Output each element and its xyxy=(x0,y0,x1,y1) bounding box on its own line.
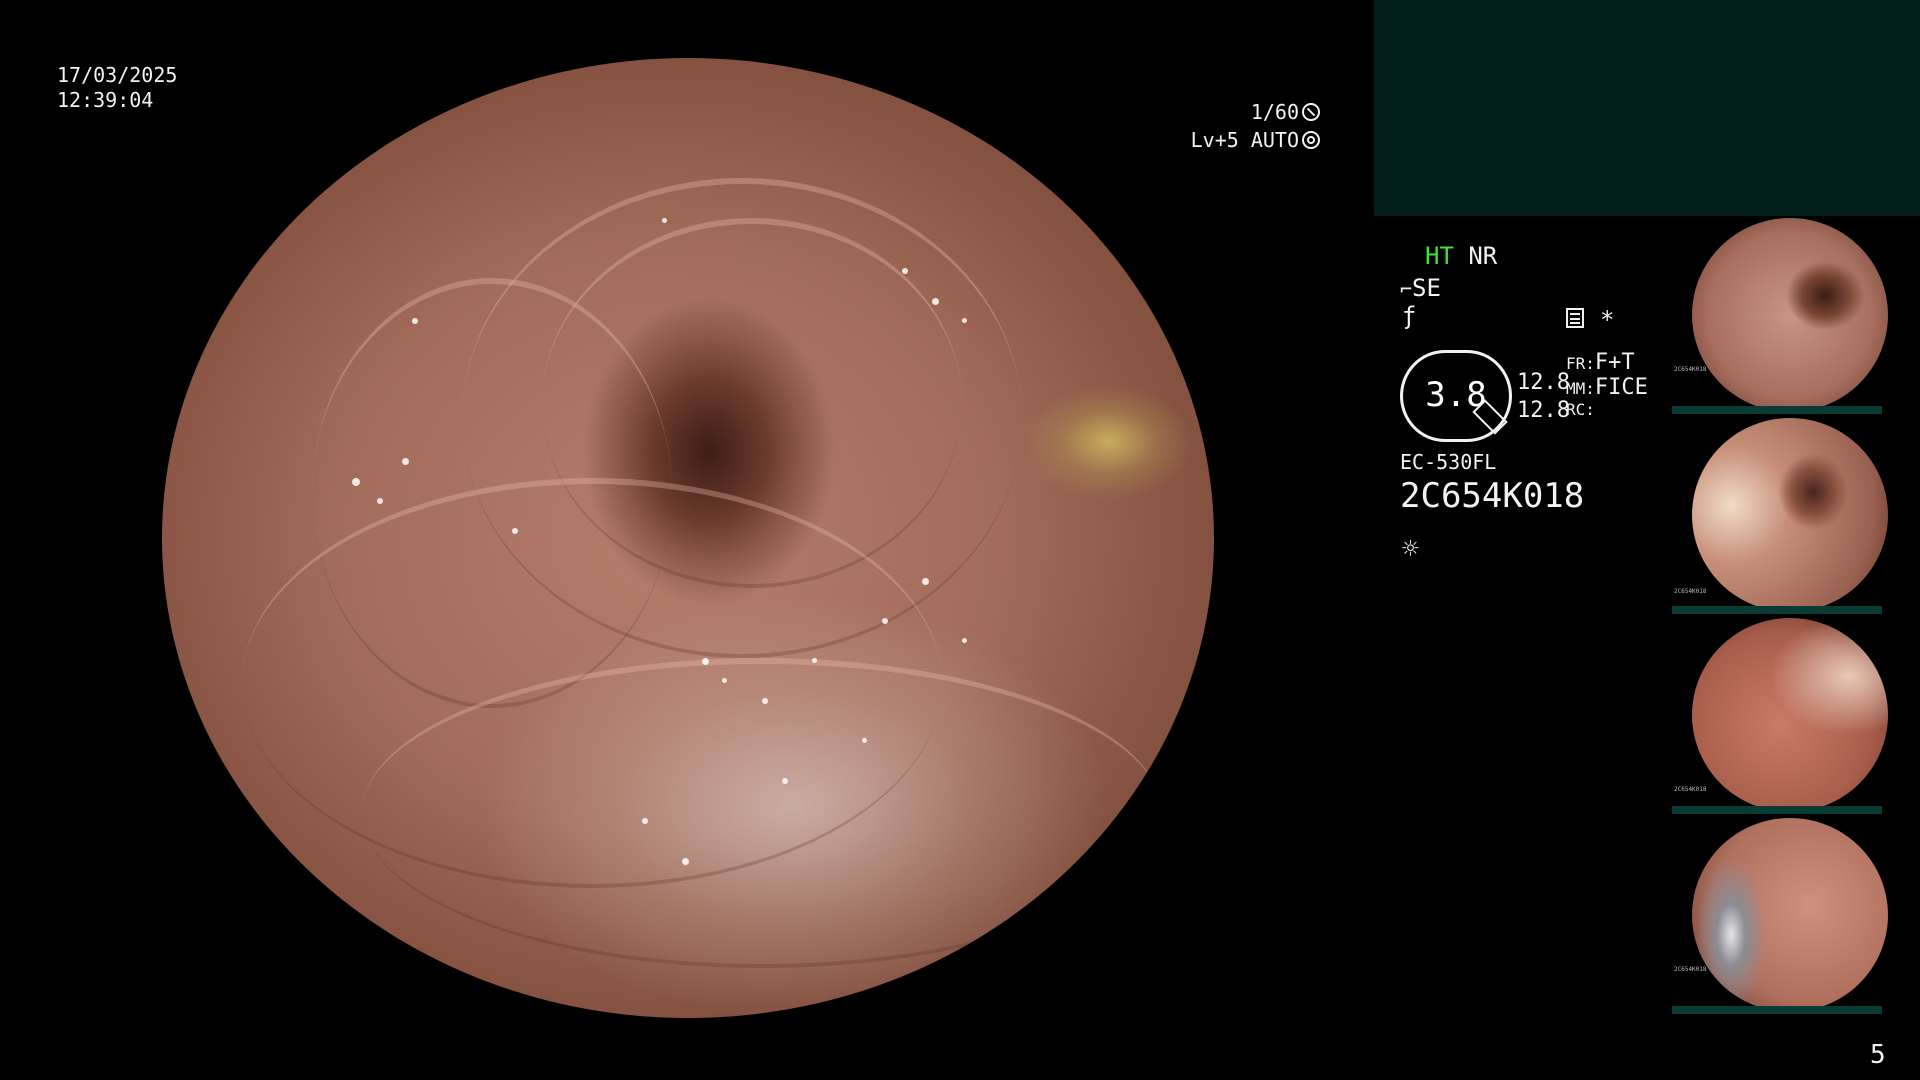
time-text: 12:39:04 xyxy=(57,88,154,112)
page-number: 5 xyxy=(1870,1040,1886,1070)
serial-number: 2C654K018 xyxy=(1400,476,1585,516)
thumbnail-label: 2C654K018 xyxy=(1674,366,1707,373)
date-text: 17/03/2025 xyxy=(57,63,178,87)
thumbnail-bar xyxy=(1672,1006,1882,1014)
light-icon: ☼ xyxy=(1402,532,1419,565)
info-header-box xyxy=(1374,0,1920,216)
thumbnail-2[interactable]: 2C654K018 xyxy=(1672,416,1920,614)
scope-settings-overlay: 1/60 Lv+5 AUTO xyxy=(1180,98,1320,154)
thumbnail-label: 2C654K018 xyxy=(1674,966,1707,973)
enhance-icon: ⌐ xyxy=(1400,277,1413,301)
thumbnail-bar xyxy=(1672,406,1882,414)
iris-mode-text: AUTO xyxy=(1250,128,1299,152)
asterisk-indicator: * xyxy=(1600,306,1615,334)
datetime-overlay: 17/03/2025 12:39:04 xyxy=(57,63,177,113)
se-indicator: ⌐SE xyxy=(1400,274,1441,302)
mm-label: MM: xyxy=(1566,379,1595,398)
thumbnail-1[interactable]: 2C654K018 xyxy=(1672,216,1920,414)
thumbnail-4[interactable]: 2C654K018 xyxy=(1672,816,1920,1014)
endoscopic-main-view xyxy=(162,58,1214,1018)
brightness-indicator: 3.8 xyxy=(1400,350,1512,442)
ht-label: HT xyxy=(1425,242,1454,270)
ht-nr-indicator: HT NR xyxy=(1425,242,1497,270)
thumbnail-label: 2C654K018 xyxy=(1674,786,1707,793)
mode-labels: FR:F+T MM:FICE RC: xyxy=(1566,350,1648,419)
nr-label: NR xyxy=(1468,242,1498,270)
fr-label: FR: xyxy=(1566,354,1595,373)
shutter-speed-text: 1/60 xyxy=(1250,100,1299,124)
freeze-icon xyxy=(1566,308,1584,328)
rc-label: RC: xyxy=(1566,400,1595,419)
scope-model: EC-530FL xyxy=(1400,450,1497,474)
shutter-icon xyxy=(1302,103,1320,121)
iris-icon xyxy=(1302,131,1320,149)
thumbnail-label: 2C654K018 xyxy=(1674,588,1707,595)
thumbnail-image xyxy=(1692,818,1888,1012)
thumbnail-image xyxy=(1692,618,1888,812)
thumbnail-3[interactable]: 2C654K018 xyxy=(1672,616,1920,814)
mm-value: FICE xyxy=(1594,375,1648,400)
contrast-icon: ƒ xyxy=(1402,302,1417,330)
fr-value: F+T xyxy=(1594,350,1635,375)
value-1: 12.8 xyxy=(1517,370,1570,395)
value-2: 12.8 xyxy=(1517,398,1570,423)
level-text: Lv+5 xyxy=(1190,128,1239,152)
thumbnail-bar xyxy=(1672,606,1882,614)
se-label: SE xyxy=(1412,274,1441,302)
thumbnail-bar xyxy=(1672,806,1882,814)
thumbnail-image xyxy=(1692,418,1888,612)
thumbnail-image xyxy=(1692,218,1888,412)
